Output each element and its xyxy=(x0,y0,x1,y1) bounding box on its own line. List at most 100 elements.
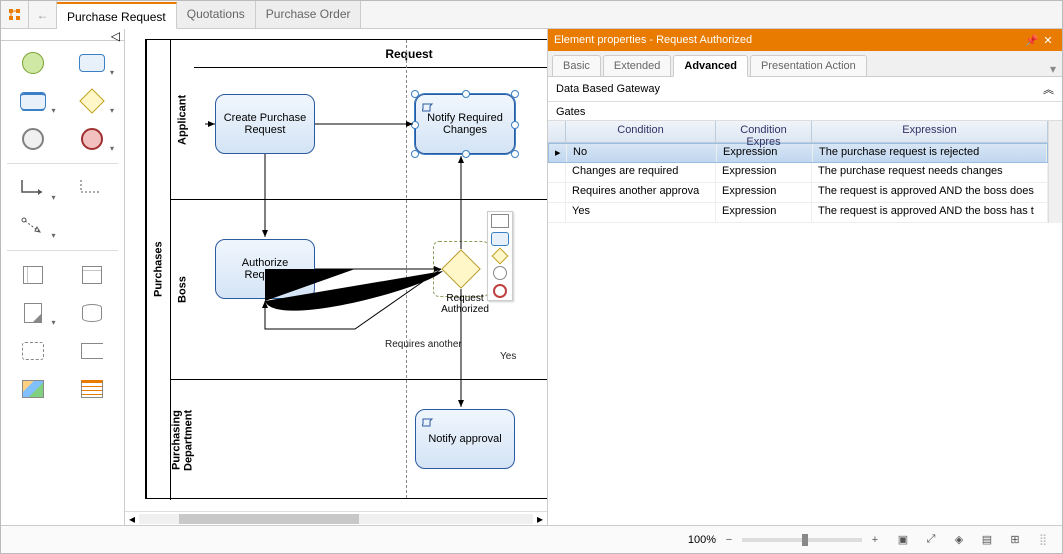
image-icon[interactable] xyxy=(9,375,58,403)
selection-handle[interactable] xyxy=(462,90,470,98)
task-icon[interactable] xyxy=(68,49,117,77)
cell-type[interactable]: Expression xyxy=(716,163,812,182)
selection-handle[interactable] xyxy=(511,150,519,158)
table-widget-icon[interactable] xyxy=(68,375,117,403)
cell-expression[interactable]: The request is approved AND the boss has… xyxy=(812,203,1048,222)
lane-vertical-icon[interactable] xyxy=(9,261,58,289)
message-flow-icon[interactable] xyxy=(9,212,58,240)
horizontal-scrollbar[interactable]: ◂ ▸ xyxy=(125,511,547,525)
cell-condition[interactable]: Yes xyxy=(566,203,716,222)
selection-handle[interactable] xyxy=(411,150,419,158)
cell-type[interactable]: Expression xyxy=(717,144,813,162)
cell-type[interactable]: Expression xyxy=(716,183,812,202)
col-condition-expression-type[interactable]: Condition Expres xyxy=(716,121,812,142)
start-event-icon[interactable] xyxy=(9,49,58,77)
tab-extended[interactable]: Extended xyxy=(603,55,671,76)
table-row[interactable]: Yes Expression The request is approved A… xyxy=(548,203,1048,223)
col-condition[interactable]: Condition xyxy=(566,121,716,142)
cell-expression[interactable]: The request is approved AND the boss doe… xyxy=(812,183,1048,202)
task-authorize-request[interactable]: Authorize Request xyxy=(215,239,315,299)
zoom-in-icon[interactable]: + xyxy=(866,531,884,549)
context-task-icon[interactable] xyxy=(491,232,509,246)
row-pointer-icon: ▸ xyxy=(549,144,567,162)
gateway-icon[interactable] xyxy=(68,87,117,115)
table-row[interactable]: ▸ No Expression The purchase request is … xyxy=(548,143,1048,163)
scroll-right-icon[interactable]: ▸ xyxy=(537,512,543,526)
cell-condition[interactable]: No xyxy=(567,144,717,162)
task-notify-required-changes[interactable]: Notify Required Changes xyxy=(415,94,515,154)
cell-expression[interactable]: The purchase request is rejected xyxy=(813,144,1047,162)
scroll-left-icon[interactable]: ◂ xyxy=(129,512,135,526)
fit-page-icon[interactable]: ▣ xyxy=(894,531,912,549)
context-gateway-icon[interactable] xyxy=(492,248,509,265)
close-icon[interactable]: ✕ xyxy=(1040,34,1056,47)
selection-handle[interactable] xyxy=(511,121,519,129)
lane-label: Applicant xyxy=(170,40,194,199)
view-thumbnails-icon[interactable]: ▤ xyxy=(978,531,996,549)
diagram-canvas[interactable]: Purchases Request Applicant Boss Purchas… xyxy=(125,29,547,511)
tab-quotations[interactable]: Quotations xyxy=(177,1,256,28)
selection-handle[interactable] xyxy=(411,90,419,98)
panel-tabs-menu-icon[interactable]: ▾ xyxy=(1050,62,1056,76)
data-object-icon[interactable] xyxy=(9,299,58,327)
zoom-slider[interactable] xyxy=(742,538,862,542)
cell-condition[interactable]: Requires another approva xyxy=(566,183,716,202)
tab-purchase-order[interactable]: Purchase Order xyxy=(256,1,362,28)
lane-label: Boss xyxy=(170,200,194,379)
gateway-request-authorized[interactable] xyxy=(441,249,481,289)
pin-icon[interactable]: 📌 xyxy=(1024,34,1040,47)
table-row[interactable]: Changes are required Expression The purc… xyxy=(548,163,1048,183)
view-process-icon[interactable]: ⊞ xyxy=(1006,531,1024,549)
cell-type[interactable]: Expression xyxy=(716,203,812,222)
context-end-event-icon[interactable] xyxy=(493,284,507,298)
status-bar: 100% − + ▣ ⤢ ◈ ▤ ⊞ ⣿ xyxy=(1,525,1062,553)
table-vertical-scrollbar[interactable] xyxy=(1048,121,1062,223)
section-collapse-icon[interactable]: ︽ xyxy=(1043,81,1054,97)
panel-header[interactable]: Element properties - Request Authorized … xyxy=(548,29,1062,51)
task-label: Notify Required Changes xyxy=(420,112,510,136)
zoom-100-icon[interactable]: ◈ xyxy=(950,531,968,549)
panel-title: Element properties - Request Authorized xyxy=(554,34,752,46)
context-palette xyxy=(487,211,513,301)
resize-grip-icon[interactable]: ⣿ xyxy=(1034,531,1052,549)
flow-label-yes: Yes xyxy=(500,351,516,362)
lane-label: Purchasing Department xyxy=(170,380,194,500)
col-expression[interactable]: Expression xyxy=(812,121,1048,142)
palette-collapse-icon[interactable]: ◁ xyxy=(1,29,124,41)
gates-label: Gates xyxy=(548,102,1062,121)
context-intermediate-event-icon[interactable] xyxy=(493,266,507,280)
group-icon[interactable] xyxy=(9,337,58,365)
section-header[interactable]: Data Based Gateway ︽ xyxy=(548,77,1062,102)
text-annotation-icon[interactable] xyxy=(68,337,117,365)
tab-presentation-action[interactable]: Presentation Action xyxy=(750,55,867,76)
cell-condition[interactable]: Changes are required xyxy=(566,163,716,182)
selection-handle[interactable] xyxy=(511,90,519,98)
zoom-out-icon[interactable]: − xyxy=(720,531,738,549)
task-notify-approval[interactable]: Notify approval xyxy=(415,409,515,469)
lane-horizontal-icon[interactable] xyxy=(68,261,117,289)
subprocess-icon[interactable] xyxy=(9,87,58,115)
diagram-canvas-wrap: Purchases Request Applicant Boss Purchas… xyxy=(125,29,547,525)
table-row[interactable]: Requires another approva Expression The … xyxy=(548,183,1048,203)
tab-basic[interactable]: Basic xyxy=(552,55,601,76)
selection-handle[interactable] xyxy=(462,150,470,158)
properties-panel: Element properties - Request Authorized … xyxy=(547,29,1062,525)
app-menu-icon[interactable] xyxy=(1,1,29,29)
intermediate-event-icon[interactable] xyxy=(9,125,58,153)
task-create-purchase-request[interactable]: Create Purchase Request xyxy=(215,94,315,154)
data-store-icon[interactable] xyxy=(68,299,117,327)
panel-tabs: Basic Extended Advanced Presentation Act… xyxy=(548,51,1062,77)
association-icon[interactable] xyxy=(68,174,117,202)
end-event-icon[interactable] xyxy=(68,125,117,153)
zoom-value: 100% xyxy=(688,534,716,546)
tab-purchase-request[interactable]: Purchase Request xyxy=(57,2,177,29)
fit-width-icon[interactable]: ⤢ xyxy=(922,531,940,549)
back-button[interactable]: ← xyxy=(29,1,57,29)
task-label: Notify approval xyxy=(428,433,501,445)
tab-advanced[interactable]: Advanced xyxy=(673,55,748,77)
sequence-flow-icon[interactable] xyxy=(9,174,58,202)
cell-expression[interactable]: The purchase request needs changes xyxy=(812,163,1048,182)
context-annotation-icon[interactable] xyxy=(491,214,509,228)
scrollbar-thumb[interactable] xyxy=(179,514,359,524)
selection-handle[interactable] xyxy=(411,121,419,129)
